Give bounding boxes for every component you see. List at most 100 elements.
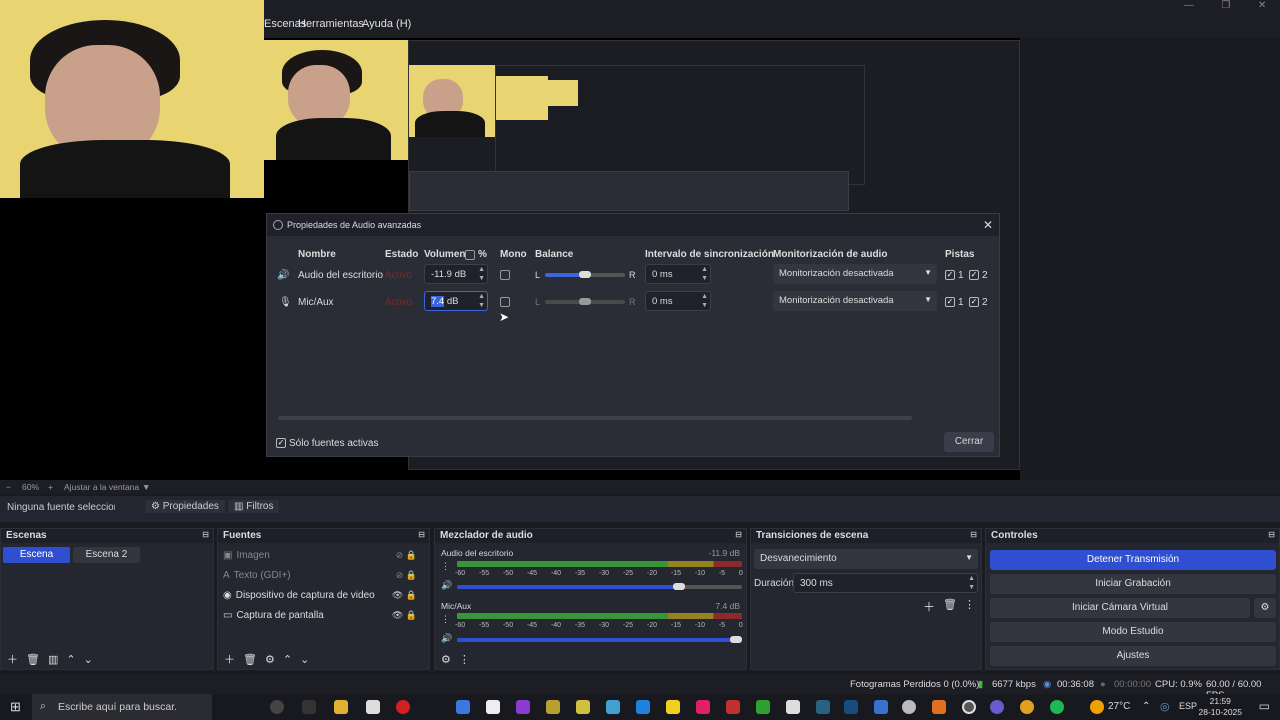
visibility-hidden-icon[interactable]: ⊘ 🔒: [396, 570, 417, 581]
cortana-icon[interactable]: [270, 700, 284, 714]
app-icon[interactable]: [932, 700, 946, 714]
eye-icon[interactable]: 👁 🔒: [392, 610, 417, 621]
app-icon[interactable]: [546, 700, 560, 714]
gear-icon[interactable]: ⚙: [265, 653, 275, 666]
monitor-select-mic[interactable]: Monitorización desactivada ▼: [773, 291, 937, 311]
spin-arrows-icon[interactable]: ▲ ▼: [478, 265, 485, 283]
track1-checkbox-desktop[interactable]: ✓: [945, 270, 955, 280]
mono-checkbox-mic[interactable]: [500, 297, 510, 307]
visibility-hidden-icon[interactable]: ⊘ 🔒: [396, 550, 417, 561]
speaker-icon[interactable]: 🔊: [441, 580, 452, 591]
task-view-icon[interactable]: [302, 700, 316, 714]
dock-menu-icon[interactable]: ⊟: [202, 530, 209, 539]
eye-icon[interactable]: 👁 🔒: [392, 590, 417, 601]
kebab-icon[interactable]: ⋮: [964, 598, 975, 611]
twitch-icon[interactable]: [516, 700, 530, 714]
source-item[interactable]: ◉ Dispositivo de captura de video: [223, 590, 375, 601]
dock-menu-icon[interactable]: ⊟: [1268, 530, 1275, 539]
spotify-icon[interactable]: [1050, 700, 1064, 714]
maximize-button[interactable]: ❐: [1221, 0, 1230, 14]
only-active-checkbox[interactable]: ✓: [276, 438, 286, 448]
notepad-icon[interactable]: [366, 700, 380, 714]
minimize-button[interactable]: —: [1184, 0, 1194, 14]
close-window-button[interactable]: ✕: [1258, 0, 1266, 14]
add-icon[interactable]: ＋: [923, 598, 935, 615]
spin-arrows-icon[interactable]: ▲ ▼: [968, 574, 975, 592]
add-icon[interactable]: ＋: [7, 651, 18, 667]
sticky-notes-icon[interactable]: [666, 700, 680, 714]
scene-item[interactable]: Escena 2: [73, 547, 140, 563]
source-item[interactable]: A Texto (GDI+): [223, 570, 291, 581]
percent-checkbox[interactable]: [465, 250, 475, 260]
app-icon[interactable]: [874, 700, 888, 714]
app-icon[interactable]: [726, 700, 740, 714]
dock-menu-icon[interactable]: ⊟: [418, 530, 425, 539]
obs-icon[interactable]: [962, 700, 976, 714]
app-icon[interactable]: [606, 700, 620, 714]
balance-knob[interactable]: [579, 271, 591, 278]
chevron-down-icon[interactable]: ▼: [142, 482, 150, 492]
tiktok-icon[interactable]: [696, 700, 710, 714]
balance-knob[interactable]: [579, 298, 591, 305]
fit-window-label[interactable]: Ajustar a la ventana: [64, 482, 139, 492]
filter-icon[interactable]: ▥: [48, 653, 58, 666]
notification-icon[interactable]: ▭: [1259, 699, 1270, 713]
kebab-icon[interactable]: ⋮: [441, 614, 450, 625]
dialog-scrollbar[interactable]: [278, 416, 912, 420]
filters-button[interactable]: ▥ Filtros: [228, 500, 280, 513]
speaker-icon[interactable]: 🔊: [441, 633, 452, 644]
sync-spinbox-mic[interactable]: 0 ms ▲ ▼: [645, 291, 711, 311]
gear-icon[interactable]: ⚙: [1254, 598, 1276, 618]
transition-select[interactable]: Desvanecimiento ▼: [754, 549, 978, 569]
virtual-camera-button[interactable]: Iniciar Cámara Virtual: [990, 598, 1250, 618]
kebab-icon[interactable]: ⋮: [441, 561, 450, 572]
document-icon[interactable]: [486, 700, 500, 714]
monitor-select-desktop[interactable]: Monitorización desactivada ▼: [773, 264, 937, 284]
duration-spinbox[interactable]: 300 ms ▲ ▼: [793, 573, 978, 593]
balance-slider-mic[interactable]: [545, 298, 625, 305]
track1-checkbox-mic[interactable]: ✓: [945, 297, 955, 307]
network-icon[interactable]: ◎: [1160, 700, 1170, 713]
up-icon[interactable]: ⌃: [283, 653, 292, 666]
close-dialog-button[interactable]: Cerrar: [944, 432, 994, 452]
volume-knob[interactable]: [730, 636, 742, 643]
down-icon[interactable]: ⌄: [300, 653, 309, 666]
zoom-icon[interactable]: [636, 700, 650, 714]
track2-checkbox-mic[interactable]: ✓: [969, 297, 979, 307]
source-item[interactable]: ▭ Captura de pantalla: [223, 610, 324, 621]
language[interactable]: ESP: [1179, 701, 1197, 711]
taskbar-search[interactable]: ⌕ Escribe aquí para buscar.: [32, 694, 212, 720]
volume-spinbox-mic[interactable]: 7.4 dB ▲ ▼: [424, 291, 488, 311]
trash-icon[interactable]: 🗑: [243, 653, 257, 666]
stop-stream-button[interactable]: Detener Transmisión: [990, 550, 1276, 570]
settings-button[interactable]: Ajustes: [990, 646, 1276, 666]
clock[interactable]: 21:59 28-10-2025: [1199, 696, 1242, 718]
down-icon[interactable]: ⌄: [84, 653, 93, 666]
volume-knob[interactable]: [673, 583, 685, 590]
app-icon[interactable]: [990, 700, 1004, 714]
properties-button[interactable]: ⚙ Propiedades: [145, 500, 225, 513]
track2-checkbox-desktop[interactable]: ✓: [969, 270, 979, 280]
volume-slider[interactable]: [457, 636, 742, 643]
menu-ayuda[interactable]: Ayuda (H): [362, 18, 411, 30]
copilot-icon[interactable]: [456, 700, 470, 714]
app-icon[interactable]: [816, 700, 830, 714]
zoom-minus-icon[interactable]: −: [6, 482, 11, 492]
opera-icon[interactable]: [396, 700, 410, 714]
menu-herramientas[interactable]: Herramientas: [298, 18, 364, 30]
spin-arrows-icon[interactable]: ▲ ▼: [701, 265, 708, 283]
up-icon[interactable]: ⌃: [66, 653, 75, 666]
app-icon[interactable]: [786, 700, 800, 714]
mono-checkbox-desktop[interactable]: [500, 270, 510, 280]
sync-spinbox-desktop[interactable]: 0 ms ▲ ▼: [645, 264, 711, 284]
studio-mode-button[interactable]: Modo Estudio: [990, 622, 1276, 642]
dock-menu-icon[interactable]: ⊟: [970, 530, 977, 539]
zoom-plus-icon[interactable]: +: [48, 482, 53, 492]
balance-slider-desktop[interactable]: [545, 271, 625, 278]
settings-icon[interactable]: [902, 700, 916, 714]
start-recording-button[interactable]: Iniciar Grabación: [990, 574, 1276, 594]
windows-start-icon[interactable]: ⊞: [10, 699, 21, 715]
add-icon[interactable]: ＋: [224, 651, 235, 667]
trash-icon[interactable]: 🗑: [943, 598, 957, 611]
link-gear-icon[interactable]: ⚙: [441, 653, 451, 666]
